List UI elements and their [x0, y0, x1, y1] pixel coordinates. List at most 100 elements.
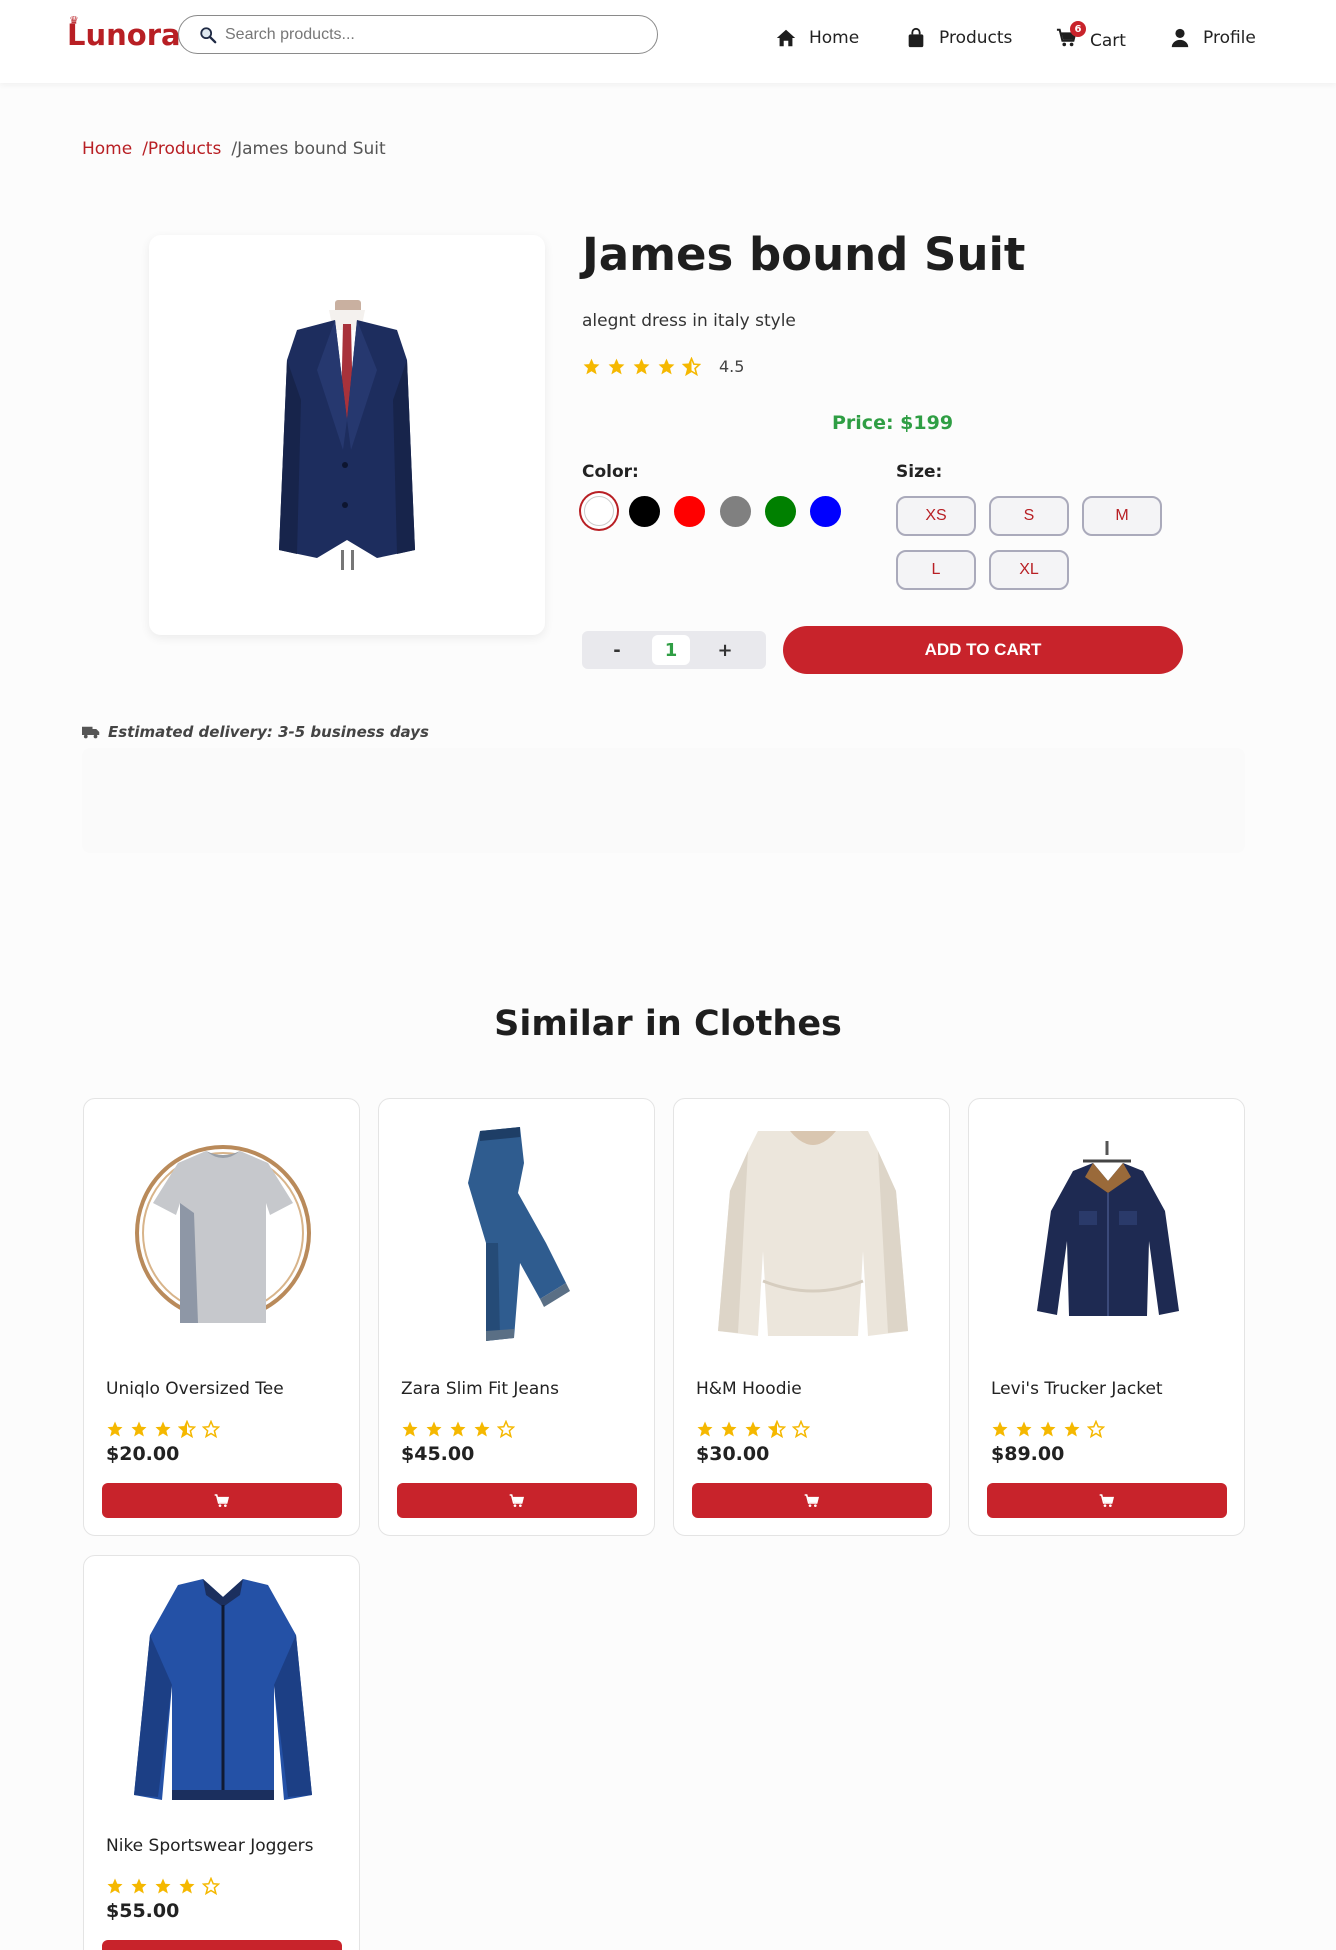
cart-icon-wrap: 6 [1056, 21, 1090, 54]
star-empty-icon [497, 1420, 515, 1438]
star-full-icon [402, 1421, 418, 1437]
breadcrumb-current: /James bound Suit [231, 139, 386, 159]
product-image [104, 1579, 341, 1800]
home-icon [776, 29, 796, 47]
cart-icon [804, 1493, 820, 1507]
add-to-cart-button[interactable] [987, 1483, 1227, 1518]
color-swatch-gray[interactable] [720, 496, 751, 527]
add-to-cart-button[interactable] [692, 1483, 932, 1518]
add-to-cart-button[interactable] [397, 1483, 637, 1518]
increase-quantity-button[interactable]: + [690, 640, 760, 661]
star-half-icon [682, 357, 701, 376]
star-full-icon [131, 1878, 147, 1894]
star-full-icon [107, 1878, 123, 1894]
product-name[interactable]: Nike Sportswear Joggers [106, 1836, 314, 1856]
product-rating [991, 1420, 1105, 1438]
product-card[interactable]: H&M Hoodie $30.00 [673, 1098, 950, 1536]
cart-icon [214, 1493, 230, 1507]
rating-value: 4.5 [719, 357, 745, 376]
product-image-card [149, 235, 545, 635]
product-card[interactable]: Zara Slim Fit Jeans $45.00 [378, 1098, 655, 1536]
quantity-value[interactable]: 1 [652, 635, 690, 665]
brand-logo[interactable]: ♛ Lunora [67, 14, 181, 52]
star-empty-icon [1087, 1420, 1105, 1438]
zip-jacket-image [133, 1579, 312, 1800]
nav-cart-label: Cart [1090, 30, 1126, 51]
crown-icon: ♛ [69, 14, 79, 27]
truck-icon [82, 726, 100, 739]
cart-icon [509, 1493, 525, 1507]
search-icon [200, 26, 217, 43]
add-to-cart-button[interactable] [102, 1483, 342, 1518]
size-option-m[interactable]: M [1082, 496, 1162, 536]
size-option-s[interactable]: S [989, 496, 1069, 536]
product-price: $20.00 [106, 1443, 180, 1465]
search-input[interactable] [225, 25, 625, 44]
delivery-text: Estimated delivery: 3-5 business days [108, 723, 429, 741]
color-label: Color: [582, 462, 639, 482]
suit-jacket-image [279, 300, 415, 570]
user-icon [1171, 28, 1189, 48]
star-full-icon [608, 358, 625, 375]
star-full-icon [697, 1421, 713, 1437]
decrease-quantity-button[interactable]: - [582, 640, 652, 661]
nav-cart[interactable]: 6 Cart [1056, 21, 1126, 54]
similar-section-title: Similar in Clothes [494, 1004, 842, 1044]
hoodie-image [717, 1130, 908, 1336]
add-to-cart-button[interactable]: ADD TO CART [783, 626, 1183, 674]
product-name[interactable]: Levi's Trucker Jacket [991, 1379, 1163, 1399]
tshirt-image [134, 1145, 311, 1323]
nav-profile[interactable]: Profile [1169, 27, 1256, 49]
add-to-cart-button[interactable] [102, 1940, 342, 1950]
color-swatch-red[interactable] [674, 496, 705, 527]
breadcrumb: Home /Products /James bound Suit [82, 139, 386, 159]
color-swatch-white[interactable] [584, 496, 614, 526]
product-title: James bound Suit [582, 228, 1026, 281]
color-swatch-green[interactable] [765, 496, 796, 527]
product-image [399, 1123, 636, 1343]
product-image [694, 1123, 931, 1343]
color-swatch-blue[interactable] [810, 496, 841, 527]
size-option-xs[interactable]: XS [896, 496, 976, 536]
star-full-icon [155, 1421, 171, 1437]
star-full-icon [107, 1421, 123, 1437]
breadcrumb-products[interactable]: /Products [142, 139, 221, 159]
star-empty-icon [202, 1420, 220, 1438]
brand-name: Lunora [67, 18, 181, 52]
delivery-info: Estimated delivery: 3-5 business days [82, 723, 429, 741]
breadcrumb-home[interactable]: Home [82, 139, 132, 159]
star-full-icon [745, 1421, 761, 1437]
color-swatch-black[interactable] [629, 496, 660, 527]
product-price: $30.00 [696, 1443, 770, 1465]
product-rating [401, 1420, 515, 1438]
size-option-l[interactable]: L [896, 550, 976, 590]
shopping-bag-icon [908, 27, 924, 48]
product-rating [696, 1420, 810, 1438]
product-card[interactable]: Uniqlo Oversized Tee $20.00 [83, 1098, 360, 1536]
quantity-stepper: - 1 + [582, 631, 766, 669]
product-card[interactable]: Levi's Trucker Jacket $89.00 [968, 1098, 1245, 1536]
product-price: $45.00 [401, 1443, 475, 1465]
search-bar[interactable] [178, 15, 658, 54]
product-card[interactable]: Nike Sportswear Joggers $55.00 [83, 1555, 360, 1950]
product-rating [106, 1877, 220, 1895]
product-price: Price: $199 [832, 412, 954, 434]
nav-profile-label: Profile [1203, 28, 1256, 48]
nav-home[interactable]: Home [775, 27, 859, 49]
star-empty-icon [202, 1877, 220, 1895]
product-name[interactable]: Zara Slim Fit Jeans [401, 1379, 559, 1399]
star-full-icon [426, 1421, 442, 1437]
star-full-icon [1040, 1421, 1056, 1437]
product-price: $89.00 [991, 1443, 1065, 1465]
product-name[interactable]: H&M Hoodie [696, 1379, 802, 1399]
size-option-xl[interactable]: XL [989, 550, 1069, 590]
nav-products[interactable]: Products [905, 27, 1012, 49]
star-full-icon [1016, 1421, 1032, 1437]
product-name[interactable]: Uniqlo Oversized Tee [106, 1379, 284, 1399]
star-full-icon [131, 1421, 147, 1437]
size-label: Size: [896, 462, 943, 482]
star-full-icon [1064, 1421, 1080, 1437]
star-full-icon [633, 358, 650, 375]
product-info-panel [82, 748, 1245, 853]
product-rating [106, 1420, 220, 1438]
